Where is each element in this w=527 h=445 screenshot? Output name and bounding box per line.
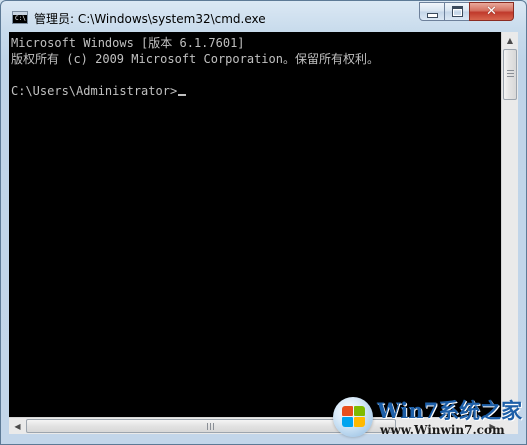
scroll-up-button[interactable]: ▲ <box>502 32 518 49</box>
vertical-scrollbar[interactable]: ▲ ▼ <box>501 32 518 417</box>
arrow-left-icon: ◀ <box>14 421 21 431</box>
text-cursor <box>178 94 187 96</box>
site-watermark: Win7系统之家 www.Winwin7.com <box>331 393 523 443</box>
console-output[interactable]: Microsoft Windows [版本 6.1.7601] 版权所有 (c)… <box>9 32 501 417</box>
console-prompt: C:\Users\Administrator> <box>11 84 178 98</box>
watermark-brand: Win7系统之家 <box>377 398 523 423</box>
vertical-scroll-thumb[interactable] <box>503 49 517 100</box>
maximize-icon <box>451 6 463 17</box>
scroll-left-button[interactable]: ◀ <box>9 418 26 434</box>
console-line-copyright: 版权所有 (c) 2009 Microsoft Corporation。保留所有… <box>11 52 379 66</box>
minimize-icon <box>426 13 438 18</box>
console-prompt-line: C:\Users\Administrator> <box>11 84 187 98</box>
watermark-url: www.Winwin7.com <box>380 423 505 437</box>
close-icon: ✕ <box>486 4 497 19</box>
console-line-version: Microsoft Windows [版本 6.1.7601] <box>11 36 245 50</box>
maximize-button[interactable] <box>444 2 470 21</box>
cmd-icon-prompt: C:\ <box>15 15 26 22</box>
cmd-icon[interactable]: C:\ <box>12 11 28 24</box>
window-title: 管理员: C:\Windows\system32\cmd.exe <box>34 12 266 26</box>
windows-logo-icon <box>333 397 373 437</box>
cmd-window: C:\ 管理员: C:\Windows\system32\cmd.exe ✕ M… <box>0 0 527 445</box>
minimize-button[interactable] <box>419 2 445 21</box>
title-bar[interactable]: C:\ 管理员: C:\Windows\system32\cmd.exe ✕ <box>1 1 526 33</box>
close-button[interactable]: ✕ <box>469 2 514 21</box>
arrow-up-icon: ▲ <box>506 36 514 45</box>
